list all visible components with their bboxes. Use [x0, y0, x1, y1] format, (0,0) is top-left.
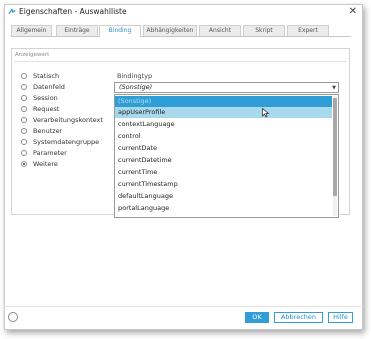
tab-expert[interactable]: Expert — [287, 25, 329, 36]
dialog-title: Eigenschaften - Auswahlliste — [19, 7, 127, 16]
group-title: Anzeigewert — [15, 52, 50, 58]
bindingtyp-select[interactable]: (Sonstige) ▼ — [114, 82, 339, 93]
bindingtyp-dropdown-list: (Sonstige) appUserProfile contextLanguag… — [114, 94, 339, 218]
radio-label: Weitere — [33, 160, 58, 168]
radio-button-checked[interactable] — [21, 161, 27, 167]
bindingtyp-label: Bindingtyp — [117, 72, 153, 80]
bindingtyp-value: (Sonstige) — [119, 83, 153, 91]
radio-button[interactable] — [21, 150, 27, 156]
dropdown-option[interactable]: currentTimestamp — [115, 179, 332, 190]
dropdown-option[interactable]: appUserProfile — [115, 107, 332, 118]
radio-label: Statisch — [33, 72, 60, 80]
group-divider — [14, 61, 347, 62]
tab-skript[interactable]: Skript — [243, 25, 285, 36]
tab-allgemein[interactable]: Allgemein — [11, 25, 52, 36]
dropdown-option[interactable]: currentDate — [115, 143, 332, 154]
radio-button[interactable] — [21, 139, 27, 145]
app-icon — [8, 8, 16, 14]
radio-label: Parameter — [33, 149, 67, 157]
tab-abhaengigkeiten[interactable]: Abhängigkeiten — [143, 25, 197, 36]
radio-label: Benutzer — [33, 127, 63, 135]
mouse-cursor-icon — [262, 108, 270, 118]
radio-button[interactable] — [21, 95, 27, 101]
radio-button[interactable] — [21, 106, 27, 112]
title-bar: Eigenschaften - Auswahlliste ✕ — [5, 5, 362, 19]
radio-label: Datenfeld — [33, 83, 65, 91]
radio-label: Request — [33, 105, 60, 113]
ok-button[interactable]: OK — [245, 312, 269, 323]
dropdown-option[interactable]: (Sonstige) — [115, 96, 332, 107]
help-info-icon[interactable] — [8, 312, 18, 322]
help-button[interactable]: Hilfe — [328, 312, 353, 323]
radio-label: Verarbeitungskontext — [33, 116, 103, 124]
tab-binding[interactable]: Binding — [99, 25, 141, 37]
dropdown-option[interactable]: portalLanguage — [115, 203, 332, 214]
dropdown-option[interactable]: contextLanguage — [115, 119, 332, 130]
tab-ansicht[interactable]: Ansicht — [199, 25, 241, 36]
close-icon[interactable]: ✕ — [349, 5, 357, 19]
tab-eintraege[interactable]: Einträge — [56, 25, 98, 36]
radio-button[interactable] — [21, 128, 27, 134]
footer-divider — [4, 306, 361, 307]
tab-bar: Allgemein Einträge Binding Abhängigkeite… — [11, 25, 351, 37]
dropdown-option[interactable]: currentTime — [115, 167, 332, 178]
dropdown-scrollbar[interactable] — [333, 96, 337, 216]
radio-button[interactable] — [21, 84, 27, 90]
dropdown-option[interactable]: control — [115, 131, 332, 142]
radio-button[interactable] — [21, 73, 27, 79]
radio-label: Session — [33, 94, 58, 102]
dropdown-option[interactable]: defaultLanguage — [115, 191, 332, 202]
cancel-button[interactable]: Abbrechen — [274, 312, 323, 323]
chevron-down-icon[interactable]: ▼ — [332, 85, 336, 91]
radio-button[interactable] — [21, 117, 27, 123]
scrollbar-thumb[interactable] — [333, 98, 337, 196]
dropdown-option[interactable]: currentDatetime — [115, 155, 332, 166]
radio-label: Systemdatengruppe — [33, 138, 100, 146]
